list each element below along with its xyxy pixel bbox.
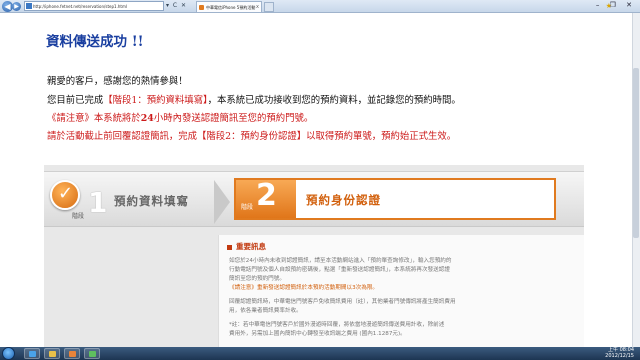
forward-button[interactable]: ▶ [12,2,21,11]
step1-indicator: ✓ 階段 1 預約資料填寫 [44,180,224,224]
notice-footnote: *註：若中華電信門號客戶於國外漫遊時回覆，將依當地漫遊簡訊傳送費用計收，除前述 [229,322,445,328]
notice-footnote: 費用外，另需加上國內簡訊中心轉發至收訊端之費用 (國內1.1287元)。 [229,331,406,337]
check-mark: ✓ [58,183,74,204]
taskbar-media-icon[interactable] [64,348,80,359]
notice-line: 行動電話門號及個人自設預約密碼後，點選「重新發送認證簡訊」，本系統將再次發送認證 [229,267,450,273]
taskbar: 上午 08:04 2012/12/15 [0,347,640,360]
taskbar-explorer-icon[interactable] [44,348,60,359]
screen: ◀ ▶ http://iphone.fetnet.net/reservation… [0,0,640,360]
vertical-scrollbar[interactable] [632,13,640,347]
tab-active[interactable]: 中華電信iPhone 5預約活動 x [196,1,262,12]
notice-line: 回覆認證簡訊時，中華電信門號客戶免收簡訊費用（註），其他業者門號傳訊將產生簡訊費… [229,299,456,305]
page-content: 資料傳送成功 !! 親愛的客戶，感謝您的熱情參與！ 您目前已完成【階段1：預約資… [0,13,640,347]
notice-line: 如您於24小時內未收到認證簡訊，請至本活動網站進入「預約單查詢修改」，輸入您預約… [229,258,452,264]
taskbar-app-icon[interactable] [84,348,100,359]
step2-title: 預約身份認證 [306,193,381,207]
notice-line-warning: 《請注意》重新發送認證簡訊於本預約活動期間以3次為限。 [229,285,378,291]
step1-title: 預約資料填寫 [114,194,189,208]
notice-line: 用，依各業者簡訊費率計收。 [229,308,302,314]
stage2-highlight: 【階段2：預約身份認證】 [197,131,307,142]
tab-title: 中華電信iPhone 5預約活動 [206,5,256,10]
step-progress-panel: ✓ 階段 1 預約資料填寫 階段 2 預約身份認證 重要訊息 如您於24小時內未… [44,165,584,347]
step1-label: 階段 [72,213,85,220]
tab-favicon [199,5,204,10]
status-prefix: 您目前已完成 [47,95,104,106]
step2-indicator-active: 階段 2 預約身份認證 [234,178,556,220]
bullet-icon [227,244,232,250]
taskbar-ie-icon[interactable] [24,348,40,359]
step-arrow-icon [214,180,230,224]
notice-line: 簡訊至您的預約門號。 [229,276,285,282]
system-clock[interactable]: 上午 08:04 2012/12/15 [605,347,634,359]
notice-sms-hours: 24 [140,113,154,124]
address-tools[interactable]: ▾ C ✕ [166,2,187,9]
step1-number: 1 [88,186,108,219]
check-icon: ✓ [50,180,80,210]
address-text: http://iphone.fetnet.net/reservation/ste… [33,4,127,9]
step2-badge: 階段 2 [236,178,296,218]
start-button[interactable] [2,347,15,360]
deadline-suffix: 以取得預約單號，預約始正式生效。 [306,131,457,142]
browser-toolbar: ◀ ▶ http://iphone.fetnet.net/reservation… [0,0,640,13]
notice-heading: 重要訊息 [227,241,266,252]
important-notice: 重要訊息 如您於24小時內未收到認證簡訊，請至本活動網站進入「預約單查詢修改」，… [218,235,584,347]
greeting-text: 親愛的客戶，感謝您的熱情參與！ [47,76,188,87]
address-bar[interactable]: http://iphone.fetnet.net/reservation/ste… [24,1,164,11]
notice-sms-prefix: 《請注意》本系統將於 [47,113,141,124]
new-tab-button[interactable] [264,2,274,12]
notice-heading-text: 重要訊息 [236,242,266,251]
step-band: ✓ 階段 1 預約資料填寫 階段 2 預約身份認證 [44,171,584,227]
step2-label: 階段 [241,204,254,211]
stage1-highlight: 【階段1：預約資料填寫】 [103,95,208,106]
page-title: 資料傳送成功 !! [46,34,144,50]
deadline-prefix: 請於活動截止前回覆認證簡訊，完成 [47,131,198,142]
notice-sms: 《請注意》本系統將於24小時內發送認證簡訊至您的預約門號。 [47,110,313,124]
window-controls[interactable]: – ❐ ✕ [596,1,636,9]
site-favicon [26,3,32,9]
notice-deadline: 請於活動截止前回覆認證簡訊，完成【階段2：預約身份認證】以取得預約單號，預約始正… [47,128,456,142]
clock-date: 2012/12/15 [605,352,634,359]
step2-number: 2 [256,178,277,213]
scroll-thumb[interactable] [633,68,639,238]
status-message: 您目前已完成【階段1：預約資料填寫】，本系統已成功接收到您的預約資料，並記錄您的… [47,92,461,106]
status-suffix: ，本系統已成功接收到您的預約資料，並記錄您的預約時間。 [207,95,461,106]
notice-sms-suffix: 小時內發送認證簡訊至您的預約門號。 [153,113,314,124]
tab-close-icon[interactable]: x [256,2,259,12]
